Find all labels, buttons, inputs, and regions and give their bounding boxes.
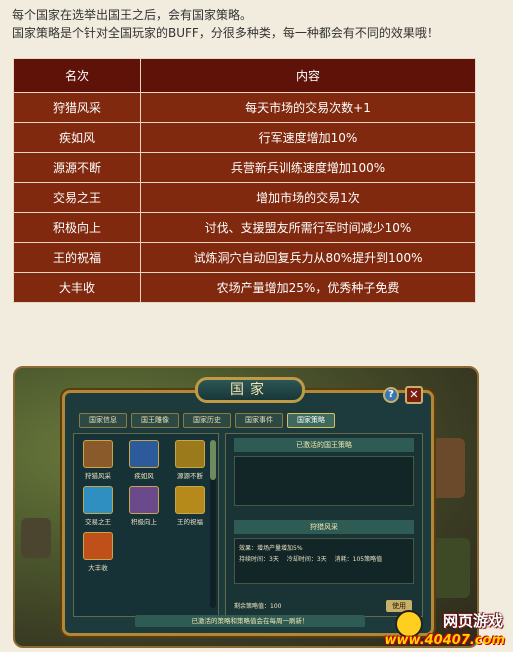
close-button[interactable]: ✕ (405, 386, 423, 404)
activated-policy-header: 已激活的国王策略 (234, 438, 414, 452)
intro-line-1: 每个国家在选举出国王之后，会有国家策略。 (12, 8, 253, 22)
policy-content: 兵营新兵训练速度增加100% (140, 152, 476, 183)
table-row: 疾如风 行军速度增加10% (13, 122, 476, 153)
policy-slot-label: 王的祝福 (177, 518, 203, 526)
table-row: 积极向上 讨伐、支援盟友所需行军时间减少10% (13, 212, 476, 243)
background-rock-icon (21, 518, 51, 558)
swift-wind-icon (129, 440, 159, 468)
panel-tabs: 国家信息 国王雕像 国家历史 国家事件 国家策略 (79, 413, 335, 428)
positive-icon (129, 486, 159, 514)
country-panel: 国家 ? ✕ 国家信息 国王雕像 国家历史 国家事件 国家策略 狩猎风采 疾如风… (62, 377, 434, 636)
harvest-icon (83, 532, 113, 560)
table-row: 大丰收 农场产量增加25%，优秀种子免费 (13, 272, 476, 303)
header-content: 内容 (140, 58, 476, 93)
activated-policy-box (234, 456, 414, 506)
policy-effect: 效果：增场产量增加5% (239, 545, 303, 552)
tab-king-statue[interactable]: 国王雕像 (131, 413, 179, 428)
policy-slot-blessing[interactable]: 王的祝福 (170, 486, 210, 526)
policy-name: 疾如风 (13, 122, 141, 153)
table-row: 狩猎风采 每天市场的交易次数+1 (13, 92, 476, 123)
help-button[interactable]: ? (383, 387, 399, 403)
table-header-row: 名次 内容 (13, 58, 476, 93)
policy-content: 讨伐、支援盟友所需行军时间减少10% (140, 212, 476, 243)
policy-name: 王的祝福 (13, 242, 141, 273)
tab-country-history[interactable]: 国家历史 (183, 413, 231, 428)
policy-name: 源源不断 (13, 152, 141, 183)
selected-policy-details: 效果：增场产量增加5% 持续时间：3天 冷却时间：3天 消耗：105策略值 (234, 538, 414, 584)
policy-content: 增加市场的交易1次 (140, 182, 476, 213)
policy-stats: 持续时间：3天 冷却时间：3天 消耗：105策略值 (239, 554, 409, 565)
policy-slot-label: 大丰收 (88, 564, 108, 572)
policy-name: 狩猎风采 (13, 92, 141, 123)
policy-content: 每天市场的交易次数+1 (140, 92, 476, 123)
table-row: 源源不断 兵营新兵训练速度增加100% (13, 152, 476, 183)
scroll-thumb[interactable] (210, 440, 216, 480)
refresh-note: 已激活的策略和策略值会在每周一刷新！ (135, 615, 365, 627)
policy-slot-label: 狩猎风采 (85, 472, 111, 480)
game-screenshot: 国家 ? ✕ 国家信息 国王雕像 国家历史 国家事件 国家策略 狩猎风采 疾如风… (13, 366, 479, 648)
policy-slot-swift-wind[interactable]: 疾如风 (124, 440, 164, 480)
remaining-points: 剩余策略值：100 (234, 603, 282, 610)
policy-slot-label: 源源不断 (177, 472, 203, 480)
policy-name: 大丰收 (13, 272, 141, 303)
policy-name: 积极向上 (13, 212, 141, 243)
policy-content: 行军速度增加10% (140, 122, 476, 153)
policy-slot-label: 疾如风 (134, 472, 154, 480)
trade-king-icon (83, 486, 113, 514)
policy-icon-grid: 狩猎风采 疾如风 源源不断 交易之王 积极向上 王的祝福 大丰收 (73, 433, 219, 617)
policy-content: 农场产量增加25%，优秀种子免费 (140, 272, 476, 303)
policy-cooldown: 冷却时间：3天 (286, 556, 327, 563)
policy-slot-label: 积极向上 (131, 518, 157, 526)
intro-text: 每个国家在选举出国王之后，会有国家策略。 国家策略是个针对全国玩家的BUFF，分… (12, 6, 507, 42)
crown-icon (175, 486, 205, 514)
table-row: 交易之王 增加市场的交易1次 (13, 182, 476, 213)
policy-slot-trade-king[interactable]: 交易之王 (78, 486, 118, 526)
policy-name: 交易之王 (13, 182, 141, 213)
policy-detail-pane: 已激活的国王策略 狩猎风采 效果：增场产量增加5% 持续时间：3天 冷却时间：3… (225, 433, 423, 617)
policy-slot-hunting[interactable]: 狩猎风采 (78, 440, 118, 480)
endless-icon (175, 440, 205, 468)
tab-country-info[interactable]: 国家信息 (79, 413, 127, 428)
table-row: 王的祝福 试炼洞穴自动回复兵力从80%提升到100% (13, 242, 476, 273)
tab-country-events[interactable]: 国家事件 (235, 413, 283, 428)
policy-table: 名次 内容 狩猎风采 每天市场的交易次数+1 疾如风 行军速度增加10% 源源不… (13, 58, 476, 303)
policy-scrollbar[interactable] (210, 440, 216, 608)
tab-country-policy[interactable]: 国家策略 (287, 413, 335, 428)
policy-cost: 消耗：105策略值 (334, 556, 383, 563)
policy-content: 试炼洞穴自动回复兵力从80%提升到100% (140, 242, 476, 273)
intro-line-2: 国家策略是个针对全国玩家的BUFF，分很多种类，每一种都会有不同的效果哦！ (12, 26, 439, 40)
panel-title: 国家 (195, 377, 305, 403)
hunting-icon (83, 440, 113, 468)
selected-policy-title: 狩猎风采 (234, 520, 414, 534)
policy-slot-harvest[interactable]: 大丰收 (78, 532, 118, 572)
policy-duration: 持续时间：3天 (239, 556, 279, 563)
logo-title: 网页游戏 (442, 612, 503, 630)
policy-slot-positive[interactable]: 积极向上 (124, 486, 164, 526)
policy-slot-endless[interactable]: 源源不断 (170, 440, 210, 480)
policy-slot-label: 交易之王 (85, 518, 111, 526)
header-rank: 名次 (13, 58, 141, 93)
logo-url: www.40407.com (384, 633, 506, 648)
site-logo: 网页游戏 www.40407.com (385, 608, 509, 648)
